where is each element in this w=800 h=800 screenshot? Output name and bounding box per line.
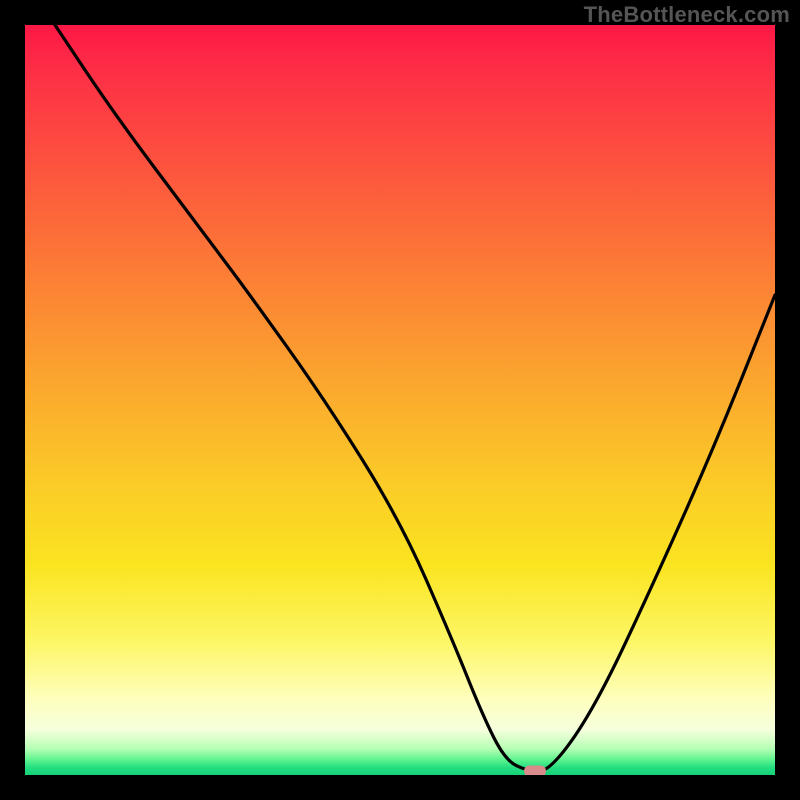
bottleneck-curve	[25, 25, 775, 775]
chart-frame: TheBottleneck.com	[0, 0, 800, 800]
curve-path	[55, 25, 775, 771]
optimal-marker	[524, 766, 546, 775]
plot-area	[25, 25, 775, 775]
attribution-label: TheBottleneck.com	[584, 2, 790, 28]
